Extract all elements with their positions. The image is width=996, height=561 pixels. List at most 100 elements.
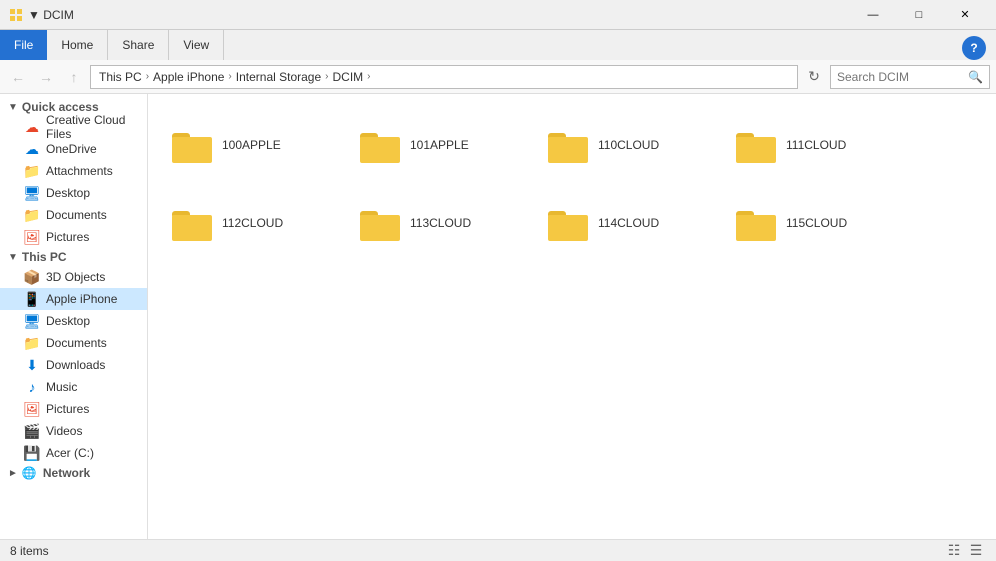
pictures-icon: 🖼 [24, 401, 40, 417]
quick-access-arrow: ▼ [8, 102, 18, 113]
sidebar-item-music[interactable]: ♪ Music [0, 376, 147, 398]
sidebar: ▼ Quick access ☁ Creative Cloud Files ☁ … [0, 94, 148, 539]
acer-icon: 💾 [24, 445, 40, 461]
refresh-button[interactable]: ↻ [802, 65, 826, 89]
tab-view[interactable]: View [169, 30, 224, 60]
creative-cloud-icon: ☁ [24, 119, 40, 135]
network-icon: 🌐 [22, 466, 37, 480]
sidebar-item-3dobjects[interactable]: 📦 3D Objects [0, 266, 147, 288]
folder-name-110cloud: 110CLOUD [598, 138, 659, 152]
status-item-count: 8 items [10, 544, 49, 558]
desktop-quick-icon: 🖥 [24, 185, 40, 201]
sidebar-label-onedrive: OneDrive [46, 142, 97, 156]
apple-iphone-icon: 📱 [24, 291, 40, 307]
folder-name-114cloud: 114CLOUD [598, 216, 659, 230]
folder-112cloud[interactable]: 112CLOUD [164, 188, 344, 258]
sidebar-item-attachments[interactable]: 📁 Attachments [0, 160, 147, 182]
downloads-icon: ⬇ [24, 357, 40, 373]
folder-icon-114cloud [548, 205, 588, 241]
folder-icon-100apple [172, 127, 212, 163]
sidebar-label-apple-iphone: Apple iPhone [46, 292, 117, 306]
sidebar-label-attachments: Attachments [46, 164, 113, 178]
folder-111cloud[interactable]: 111CLOUD [728, 110, 908, 180]
path-arrow-4: › [367, 71, 370, 82]
sidebar-label-videos: Videos [46, 424, 82, 438]
maximize-button[interactable]: □ [896, 0, 942, 30]
music-icon: ♪ [24, 379, 40, 395]
back-button[interactable]: ← [6, 65, 30, 89]
sidebar-item-downloads[interactable]: ⬇ Downloads [0, 354, 147, 376]
up-button[interactable]: ↑ [62, 65, 86, 89]
sidebar-label-downloads: Downloads [46, 358, 105, 372]
folder-icon-113cloud [360, 205, 400, 241]
file-menu-button[interactable]: File [0, 30, 47, 60]
search-input[interactable] [837, 70, 968, 84]
folder-100apple[interactable]: 100APPLE [164, 110, 344, 180]
help-button[interactable]: ? [962, 36, 986, 60]
quick-access-label: Quick access [22, 100, 99, 114]
folder-icon-110cloud [548, 127, 588, 163]
sidebar-item-documents[interactable]: 📁 Documents [0, 332, 147, 354]
sidebar-item-apple-iphone[interactable]: 📱 Apple iPhone [0, 288, 147, 310]
path-internal-storage[interactable]: Internal Storage [236, 70, 321, 84]
search-icon: 🔍 [968, 70, 983, 84]
folder-115cloud[interactable]: 115CLOUD [728, 188, 908, 258]
folder-name-112cloud: 112CLOUD [222, 216, 283, 230]
ribbon: File Home Share View ? [0, 30, 996, 60]
sidebar-item-desktop-quick[interactable]: 🖥 Desktop [0, 182, 147, 204]
folder-113cloud[interactable]: 113CLOUD [352, 188, 532, 258]
sidebar-label-pictures-quick: Pictures [46, 230, 89, 244]
network-label: Network [43, 466, 90, 480]
folder-name-115cloud: 115CLOUD [786, 216, 847, 230]
sidebar-item-pictures-quick[interactable]: 🖼 Pictures [0, 226, 147, 248]
path-apple-iphone[interactable]: Apple iPhone [153, 70, 224, 84]
this-pc-header[interactable]: ▼ This PC [0, 248, 147, 266]
minimize-button[interactable]: — [850, 0, 896, 30]
path-this-pc[interactable]: This PC [99, 70, 142, 84]
path-arrow-3: › [325, 71, 328, 82]
3dobjects-icon: 📦 [24, 269, 40, 285]
onedrive-icon: ☁ [24, 141, 40, 157]
sidebar-label-acer: Acer (C:) [46, 446, 94, 460]
sidebar-item-creative-cloud[interactable]: ☁ Creative Cloud Files [0, 116, 147, 138]
folder-110cloud[interactable]: 110CLOUD [540, 110, 720, 180]
path-arrow-2: › [228, 71, 231, 82]
address-path[interactable]: This PC › Apple iPhone › Internal Storag… [90, 65, 798, 89]
tab-home[interactable]: Home [47, 30, 108, 60]
path-dcim[interactable]: DCIM [333, 70, 364, 84]
this-pc-label: This PC [22, 250, 67, 264]
sidebar-item-onedrive[interactable]: ☁ OneDrive [0, 138, 147, 160]
search-box[interactable]: 🔍 [830, 65, 990, 89]
folder-101apple[interactable]: 101APPLE [352, 110, 532, 180]
sidebar-item-videos[interactable]: 🎬 Videos [0, 420, 147, 442]
large-icons-view-button[interactable]: ☷ [944, 542, 964, 560]
forward-button[interactable]: → [34, 65, 58, 89]
sidebar-label-desktop: Desktop [46, 314, 90, 328]
address-bar: ← → ↑ This PC › Apple iPhone › Internal … [0, 60, 996, 94]
folder-icon-115cloud [736, 205, 776, 241]
details-view-button[interactable]: ☰ [966, 542, 986, 560]
title-bar: ▼ DCIM — □ ✕ [0, 0, 996, 30]
network-arrow: ► [8, 468, 18, 479]
sidebar-item-documents-quick[interactable]: 📁 Documents [0, 204, 147, 226]
videos-icon: 🎬 [24, 423, 40, 439]
folder-name-100apple: 100APPLE [222, 138, 281, 152]
sidebar-label-documents-quick: Documents [46, 208, 107, 222]
folder-114cloud[interactable]: 114CLOUD [540, 188, 720, 258]
close-button[interactable]: ✕ [942, 0, 988, 30]
path-arrow-1: › [146, 71, 149, 82]
sidebar-item-pictures[interactable]: 🖼 Pictures [0, 398, 147, 420]
this-pc-arrow: ▼ [8, 252, 18, 263]
window-title: ▼ DCIM [28, 8, 850, 22]
sidebar-label-desktop-quick: Desktop [46, 186, 90, 200]
desktop-icon: 🖥 [24, 313, 40, 329]
attachments-icon: 📁 [24, 163, 40, 179]
network-header[interactable]: ► 🌐 Network [0, 464, 147, 482]
sidebar-label-creative-cloud: Creative Cloud Files [46, 113, 139, 141]
window-controls: — □ ✕ [850, 0, 988, 30]
tab-share[interactable]: Share [108, 30, 169, 60]
pictures-quick-icon: 🖼 [24, 229, 40, 245]
sidebar-item-desktop[interactable]: 🖥 Desktop [0, 310, 147, 332]
documents-icon: 📁 [24, 335, 40, 351]
sidebar-item-acer[interactable]: 💾 Acer (C:) [0, 442, 147, 464]
